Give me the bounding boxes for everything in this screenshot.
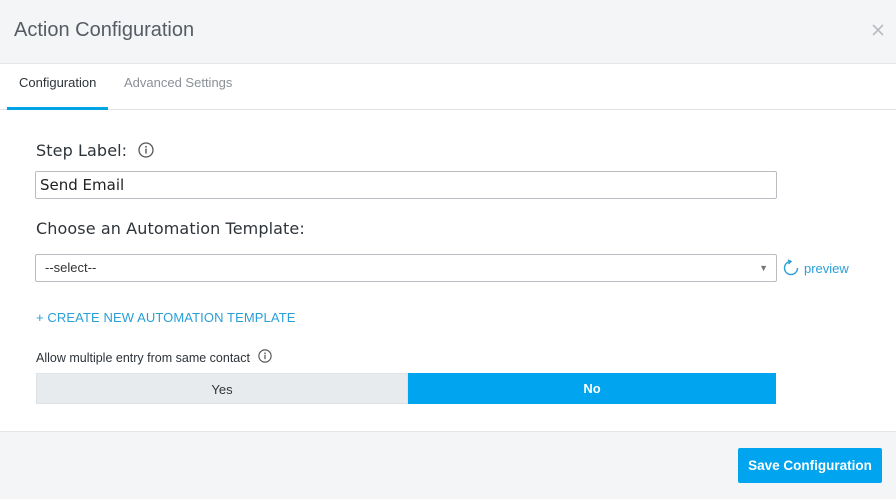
dialog-title: Action Configuration bbox=[14, 19, 195, 41]
step-label-heading: Step Label: bbox=[36, 141, 155, 162]
template-label: Choose an Automation Template: bbox=[36, 219, 305, 238]
multiple-entry-label-row: Allow multiple entry from same contact bbox=[36, 349, 272, 366]
preview-label: preview bbox=[804, 260, 849, 276]
chevron-down-icon: ▼ bbox=[759, 263, 768, 273]
preview-link[interactable]: preview bbox=[782, 257, 849, 279]
info-icon[interactable] bbox=[138, 141, 155, 162]
dialog-footer: Save Configuration bbox=[0, 431, 896, 499]
info-icon[interactable] bbox=[258, 349, 272, 366]
save-configuration-button[interactable]: Save Configuration bbox=[738, 448, 882, 483]
close-icon-glyph bbox=[872, 24, 884, 36]
create-template-link[interactable]: + CREATE NEW AUTOMATION TEMPLATE bbox=[36, 310, 296, 325]
multiple-entry-label: Allow multiple entry from same contact bbox=[36, 350, 250, 365]
tab-advanced-settings[interactable]: Advanced Settings bbox=[112, 64, 244, 110]
close-icon[interactable] bbox=[870, 22, 886, 38]
tab-configuration[interactable]: Configuration bbox=[7, 64, 109, 110]
automation-template-select[interactable]: --select-- ▼ bbox=[35, 254, 777, 282]
toggle-no-option[interactable]: No bbox=[408, 373, 776, 404]
template-selected-value: --select-- bbox=[45, 260, 97, 275]
step-label-input[interactable] bbox=[35, 171, 777, 199]
multiple-entry-toggle: Yes No bbox=[36, 373, 776, 404]
toggle-yes-option[interactable]: Yes bbox=[36, 373, 408, 404]
tab-bar: Configuration Advanced Settings bbox=[0, 64, 896, 110]
refresh-icon bbox=[783, 259, 799, 276]
step-label-text: Step Label: bbox=[36, 141, 128, 160]
dialog-header: Action Configuration bbox=[0, 0, 896, 64]
